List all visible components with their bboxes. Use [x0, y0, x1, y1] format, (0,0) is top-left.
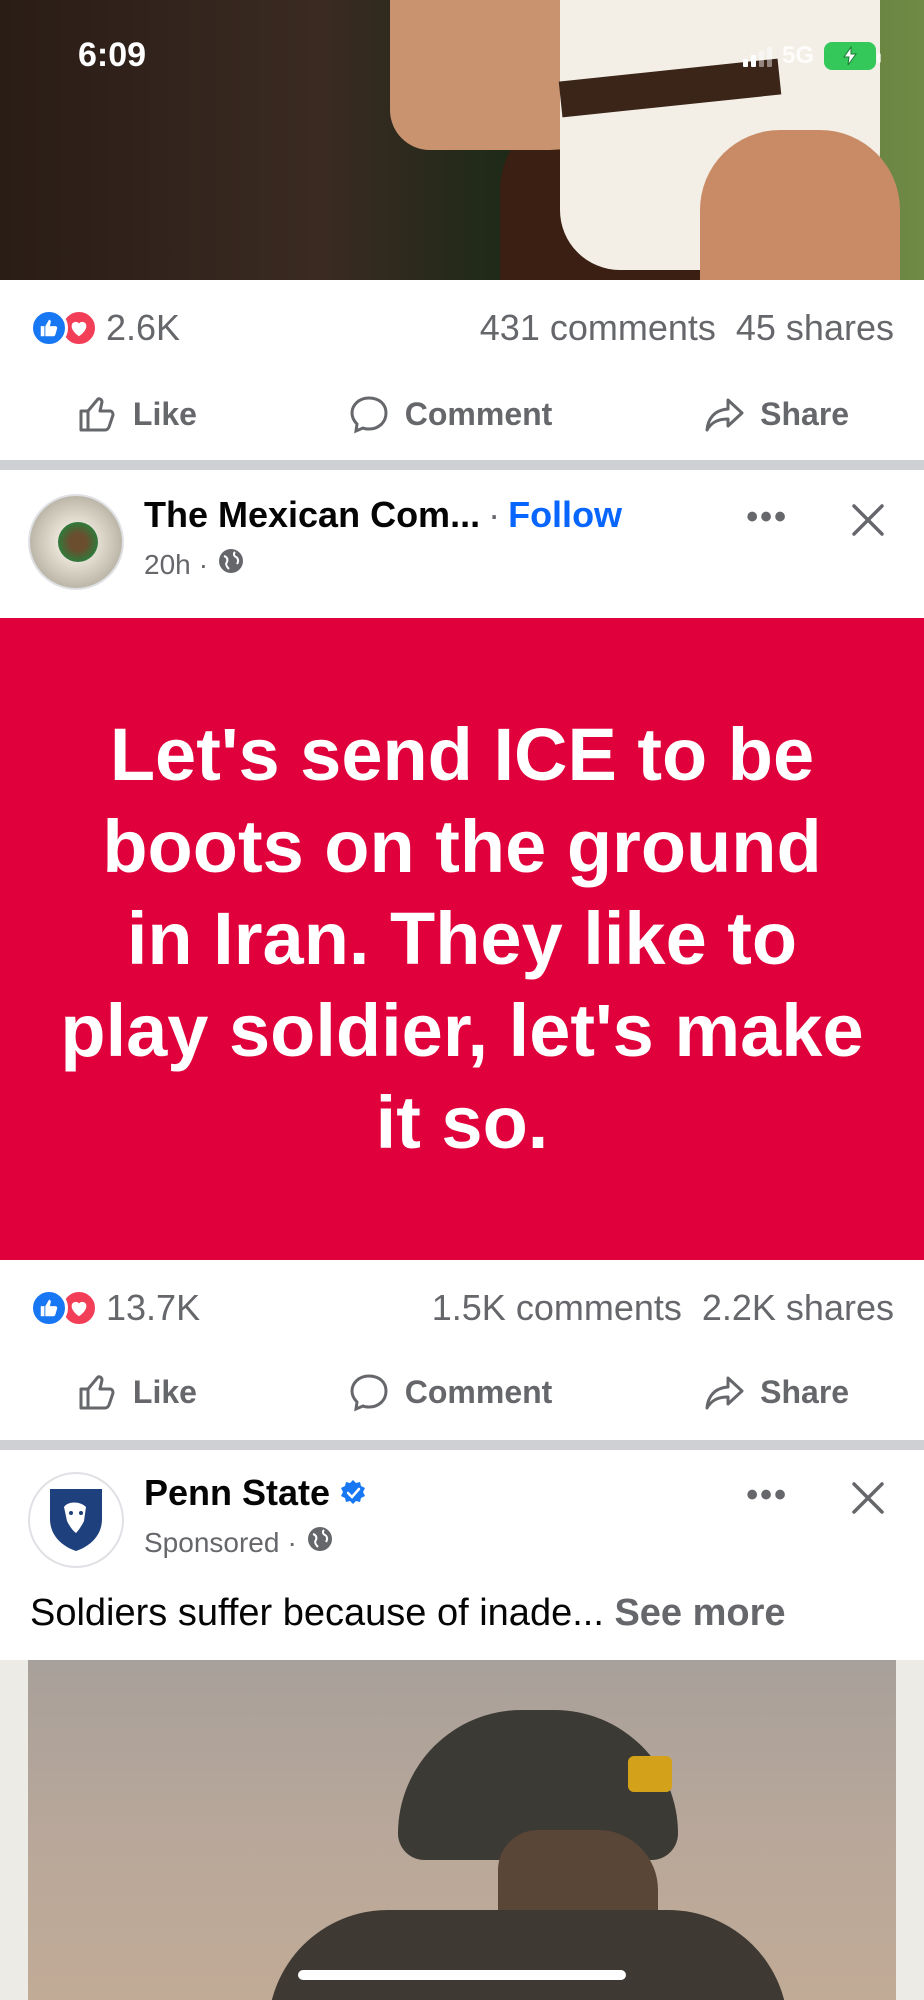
home-indicator[interactable] — [298, 1970, 626, 1980]
page-name-row: The Mexican Com... · Follow — [144, 494, 622, 536]
shares-count[interactable]: 2.2K shares — [702, 1287, 894, 1329]
like-reaction-icon — [30, 1289, 68, 1327]
leg-shape — [700, 130, 900, 280]
close-icon[interactable] — [846, 498, 890, 542]
separator-dot: · — [488, 494, 501, 535]
more-options-button[interactable]: ••• — [746, 1476, 788, 1515]
post2-header: The Mexican Com... · Follow 20h · ••• — [0, 472, 924, 592]
thumbs-up-icon — [79, 1375, 115, 1410]
verified-badge-icon — [341, 1480, 366, 1504]
page-avatar[interactable] — [28, 494, 124, 590]
status-indicators: 5G — [742, 42, 881, 70]
page-name[interactable]: Penn State — [144, 1472, 330, 1514]
post-meta: Sponsored · — [144, 1524, 335, 1561]
comment-label: Comment — [404, 1373, 553, 1410]
post-meta: 20h · — [144, 546, 246, 583]
like-button[interactable]: Like — [75, 1370, 197, 1414]
see-more-link[interactable]: See more — [614, 1592, 785, 1634]
share-icon — [705, 398, 744, 432]
globe-icon — [216, 546, 246, 583]
globe-icon — [305, 1524, 335, 1561]
signal-icon — [742, 45, 772, 67]
more-options-button[interactable]: ••• — [746, 498, 788, 537]
post2-stats-row: 13.7K 1.5K comments 2.2K shares — [0, 1266, 924, 1350]
shares-count[interactable]: 45 shares — [736, 307, 894, 349]
page-name-row: Penn State — [144, 1472, 368, 1514]
reaction-count: 13.7K — [106, 1287, 201, 1328]
like-label: Like — [132, 1373, 197, 1410]
comment-icon — [350, 396, 388, 434]
share-label: Share — [760, 1373, 850, 1410]
ad-caption: Soldiers suffer because of inade... See … — [30, 1592, 786, 1635]
post1-stats-row: 2.6K 431 comments 45 shares — [0, 286, 924, 370]
comment-button[interactable]: Comment — [347, 392, 553, 436]
post-body-text: Let's send ICE to be boots on the ground… — [60, 713, 864, 1164]
text-post-background[interactable]: Let's send ICE to be boots on the ground… — [0, 618, 924, 1260]
goggle-shape — [628, 1756, 672, 1792]
share-button[interactable]: Share — [702, 392, 849, 436]
status-time: 6:09 — [78, 36, 147, 74]
reaction-count: 2.6K — [106, 307, 181, 348]
comment-button[interactable]: Comment — [347, 1370, 553, 1414]
close-icon[interactable] — [846, 1476, 890, 1520]
penn-state-shield-icon — [50, 1489, 102, 1551]
status-bar: 6:09 5G — [0, 0, 924, 110]
comments-count[interactable]: 1.5K comments — [432, 1287, 682, 1329]
network-type: 5G — [781, 42, 814, 69]
feed-divider — [0, 1440, 924, 1450]
like-button[interactable]: Like — [75, 392, 197, 436]
sponsored-label[interactable]: Sponsored — [144, 1527, 279, 1559]
share-icon — [705, 1376, 744, 1410]
follow-button[interactable]: Follow — [508, 494, 622, 536]
separator-dot: · — [198, 548, 209, 580]
page-avatar[interactable] — [28, 1472, 124, 1568]
share-button[interactable]: Share — [702, 1370, 849, 1414]
reactions-summary[interactable]: 13.7K — [30, 1287, 200, 1329]
soldier-photo — [28, 1660, 896, 2000]
comment-label: Comment — [404, 395, 553, 432]
post3-header: Penn State Sponsored · ••• — [0, 1450, 924, 1570]
feed-divider — [0, 460, 924, 470]
ad-image[interactable] — [0, 1660, 924, 2000]
thumbs-up-icon — [79, 397, 115, 432]
caption-text: Soldiers suffer because of inade... — [30, 1592, 604, 1634]
reactions-summary[interactable]: 2.6K — [30, 307, 180, 349]
comments-count[interactable]: 431 comments — [480, 307, 716, 349]
post2-action-bar: Like Comment Share — [0, 1354, 924, 1430]
post-time[interactable]: 20h — [144, 549, 191, 581]
separator-dot: · — [287, 1526, 297, 1558]
post1-action-bar: Like Comment Share — [0, 376, 924, 452]
share-label: Share — [760, 395, 850, 432]
comment-icon — [350, 1374, 388, 1412]
mexican-coat-of-arms-icon — [58, 522, 98, 562]
like-reaction-icon — [30, 309, 68, 347]
page-name[interactable]: The Mexican Com... — [144, 494, 480, 536]
like-label: Like — [132, 395, 197, 432]
body-shape — [268, 1910, 788, 2000]
battery-charging-icon — [824, 42, 881, 70]
